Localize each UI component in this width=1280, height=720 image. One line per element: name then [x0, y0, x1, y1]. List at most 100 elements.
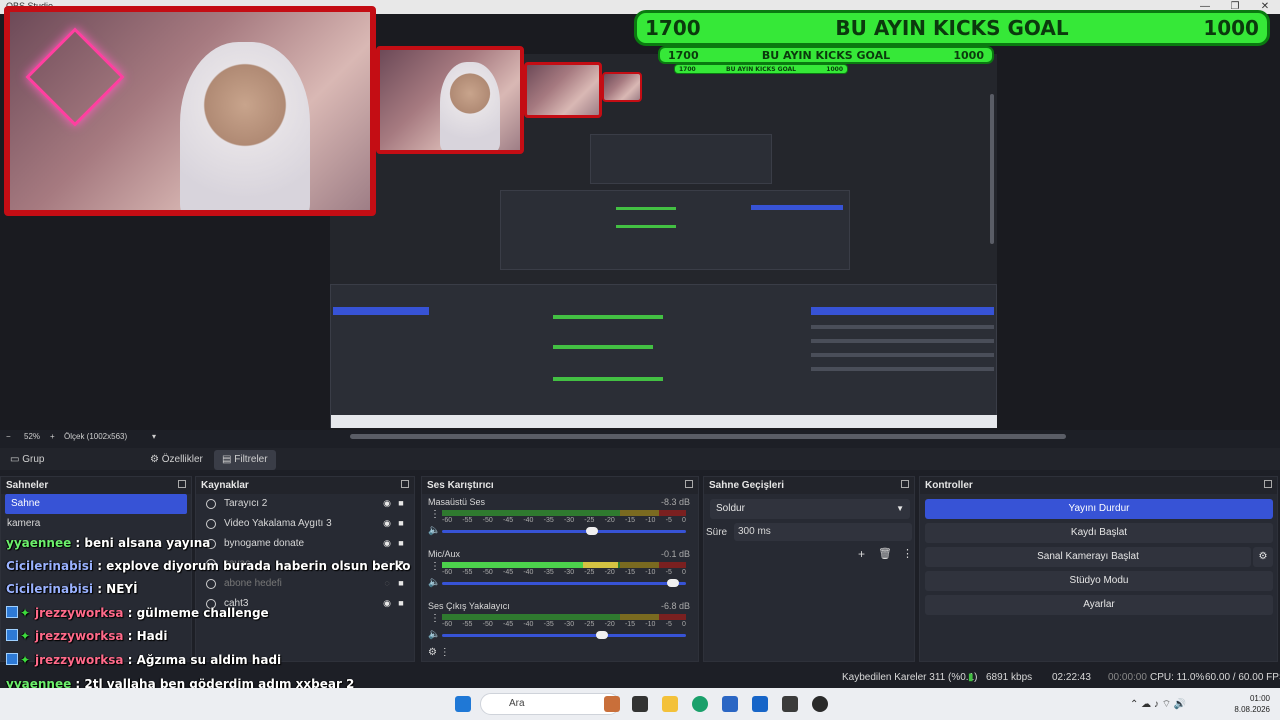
start-record-button[interactable]: Kaydı Başlat — [925, 523, 1273, 543]
channel-name: Masaüstü Ses — [428, 497, 486, 507]
volume-slider-knob[interactable] — [586, 527, 599, 535]
scale-label[interactable]: Ölçek (1002x563) — [64, 432, 127, 441]
chat-username: jrezzyworksa — [35, 629, 124, 643]
zoom-out-button[interactable]: − — [6, 432, 11, 441]
lock-icon[interactable]: ■ — [396, 499, 406, 508]
zoom-in-button[interactable]: + — [50, 432, 55, 441]
stop-stream-button[interactable]: Yayını Durdur — [925, 499, 1273, 519]
mixer-channel: Masaüstü Ses -8.3 dB ⋮ -60 -55 -50 -45 -40 -35 -3… — [422, 494, 698, 546]
eye-hidden-icon[interactable]: ◌ — [382, 579, 392, 588]
chat-message: ✦ jrezzyworksa : Ağzıma su aldim hadi — [6, 653, 281, 667]
meter-tick-label: -35 — [543, 517, 554, 524]
popout-icon[interactable] — [685, 480, 693, 488]
lock-icon[interactable]: ■ — [396, 599, 406, 608]
preview-area[interactable]: 1700 BU AYIN KICKS GOAL 1000 1700 BU AYI… — [0, 6, 1280, 430]
obs-icon[interactable] — [812, 696, 828, 712]
popout-icon[interactable] — [901, 480, 909, 488]
taskbar-search[interactable]: Ara — [480, 693, 620, 715]
streamer-person — [180, 42, 310, 210]
meter-tick-label: -30 — [563, 569, 575, 576]
meter-tick-label: -10 — [645, 569, 656, 576]
browser-icon — [206, 579, 216, 589]
nested-row — [811, 367, 994, 371]
source-label: Tarayıcı 2 — [224, 498, 268, 509]
mixer-settings-icon[interactable]: ⚙ ⋮ — [428, 647, 450, 658]
transition-selected: Soldur — [716, 503, 745, 514]
badge-icon — [6, 653, 18, 665]
webcam-feed-nested — [376, 46, 524, 154]
preview-vscroll[interactable] — [990, 94, 994, 244]
lock-icon[interactable]: ■ — [396, 539, 406, 548]
meter-tick-label: -30 — [563, 621, 575, 628]
volume-slider-knob[interactable] — [666, 579, 679, 587]
speaker-icon[interactable]: 🔈 — [428, 525, 440, 536]
mixer-header: Ses Karıştırıcı — [422, 477, 698, 494]
speaker-icon[interactable]: 🔈 — [428, 577, 440, 588]
meter-tick-label: -20 — [604, 569, 615, 576]
scale-dropdown-icon[interactable]: ▾ — [152, 432, 156, 441]
channel-menu-icon[interactable]: ⋮ — [430, 509, 440, 520]
store-icon[interactable] — [722, 696, 738, 712]
volume-slider[interactable] — [442, 579, 686, 587]
nested-scene-selected — [333, 307, 429, 315]
start-virtualcam-button[interactable]: Sanal Kamerayı Başlat — [925, 547, 1251, 567]
popout-icon[interactable] — [401, 480, 409, 488]
clock[interactable]: 01:00 8.08.2026 — [1234, 693, 1270, 715]
lock-icon[interactable]: ■ — [396, 579, 406, 588]
tray-icons[interactable]: ⌃ ☁ ♪ ⌔ 🔊 — [1130, 698, 1186, 711]
tab-properties[interactable]: ⚙ Özellikler — [142, 450, 211, 470]
windows-start-icon[interactable] — [455, 696, 471, 712]
meter-tick-label: -35 — [543, 569, 554, 576]
trash-icon[interactable]: 🗑 — [878, 547, 892, 560]
task-view-icon[interactable] — [632, 696, 648, 712]
source-item[interactable]: Video Yakalama Aygıtı 3 ◉ ■ — [196, 514, 414, 534]
speaker-icon[interactable]: 🔈 — [428, 629, 440, 640]
meter-tick-label: 0 — [682, 621, 686, 628]
camera-icon — [206, 519, 216, 529]
source-item[interactable]: Tarayıcı 2 ◉ ■ — [196, 494, 414, 514]
edge-icon[interactable] — [692, 696, 708, 712]
mail-icon[interactable] — [752, 696, 768, 712]
duration-spinbox[interactable]: 300 ms — [734, 523, 912, 541]
transition-select[interactable]: Soldur ▼ — [710, 499, 910, 519]
add-icon[interactable]: + — [858, 547, 865, 561]
popout-icon[interactable] — [1264, 480, 1272, 488]
goal-bar: 1700 BU AYIN KICKS GOAL 1000 — [634, 10, 1270, 46]
more-icon[interactable]: ⋮ — [902, 547, 913, 560]
studio-mode-button[interactable]: Stüdyo Modu — [925, 571, 1273, 591]
scene-item[interactable]: kamera — [1, 514, 191, 534]
volume-meter — [442, 510, 686, 516]
chat-text: : Ağzıma su aldim hadi — [123, 653, 282, 667]
settings-button[interactable]: Ayarlar — [925, 595, 1273, 615]
eye-icon[interactable]: ◉ — [382, 599, 392, 608]
app-icon-2[interactable] — [782, 696, 798, 712]
app-icon[interactable] — [604, 696, 620, 712]
lock-icon[interactable]: ■ — [396, 519, 406, 528]
meter-tick-label: -30 — [563, 517, 575, 524]
nested-meter — [616, 225, 676, 228]
webcam-feed — [4, 6, 376, 216]
tab-filters[interactable]: ▤ Filtreler — [214, 450, 276, 470]
preview-hscroll[interactable] — [350, 434, 1066, 439]
volume-slider[interactable] — [442, 631, 686, 639]
nested-row — [811, 339, 994, 343]
volume-slider-knob[interactable] — [595, 631, 608, 639]
source-item[interactable]: bynogame donate ◉ ■ — [196, 534, 414, 554]
source-item[interactable]: abone hedefi ◌ ■ — [196, 574, 414, 594]
virtualcam-settings-gear-icon[interactable]: ⚙ — [1253, 547, 1273, 567]
file-explorer-icon[interactable] — [662, 696, 678, 712]
channel-name: Mic/Aux — [428, 549, 461, 559]
tab-group[interactable]: ▭ Grup — [2, 450, 52, 470]
volume-slider[interactable] — [442, 527, 686, 535]
eye-icon[interactable]: ◉ — [382, 499, 392, 508]
clock-date: 8.08.2026 — [1234, 705, 1270, 714]
meter-tick-label: -15 — [624, 569, 636, 576]
channel-menu-icon[interactable]: ⋮ — [430, 613, 440, 624]
eye-icon[interactable]: ◉ — [382, 519, 392, 528]
popout-icon[interactable] — [178, 480, 186, 488]
eye-icon[interactable]: ◉ — [382, 539, 392, 548]
scene-item[interactable]: Sahne — [5, 494, 187, 514]
stream-time: 02:22:43 — [1052, 672, 1091, 683]
source-label: abone hedefi — [224, 578, 282, 589]
channel-menu-icon[interactable]: ⋮ — [430, 561, 440, 572]
